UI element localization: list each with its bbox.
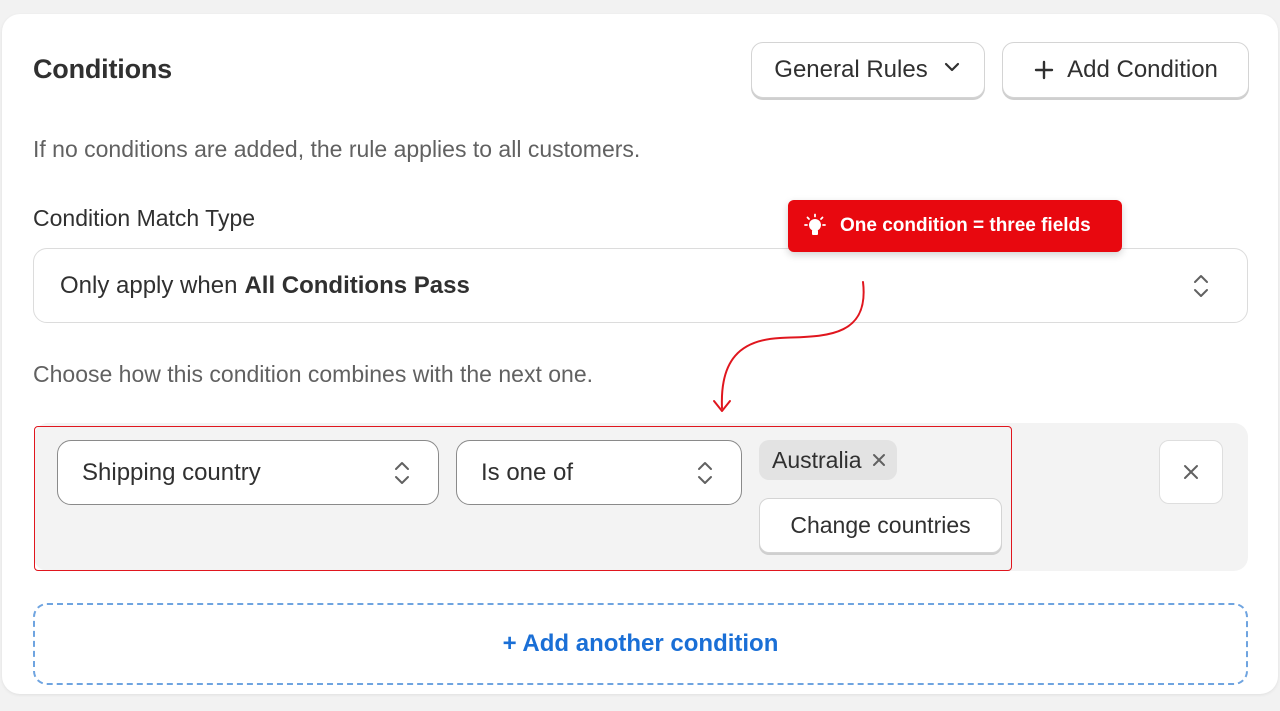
chevron-down-icon (942, 56, 962, 84)
up-down-chevron-icon (695, 458, 715, 488)
conditions-card (2, 14, 1278, 694)
condition-field-select[interactable]: Shipping country (57, 440, 439, 505)
add-another-condition-button[interactable]: + Add another condition (33, 603, 1248, 685)
general-rules-label: General Rules (774, 56, 928, 83)
combine-hint: Choose how this condition combines with … (33, 361, 593, 387)
annotation-callout: One condition = three fields (788, 200, 1122, 252)
callout-text: One condition = three fields (840, 215, 1091, 236)
match-type-prefix: Only apply when (60, 271, 238, 299)
condition-operator-select[interactable]: Is one of (456, 440, 742, 505)
match-type-value: All Conditions Pass (244, 271, 470, 299)
up-down-chevron-icon (392, 458, 412, 488)
add-condition-label: Add Condition (1067, 56, 1218, 83)
x-icon[interactable] (871, 452, 887, 468)
plus-icon (1033, 59, 1055, 81)
match-type-label: Condition Match Type (33, 205, 256, 231)
intro-note: If no conditions are added, the rule app… (33, 136, 641, 162)
condition-operator-value: Is one of (481, 458, 574, 486)
lightbulb-icon (802, 213, 828, 239)
up-down-chevron-icon (1191, 271, 1211, 301)
page-title: Conditions (33, 54, 172, 84)
general-rules-dropdown[interactable]: General Rules (751, 42, 985, 98)
change-countries-button[interactable]: Change countries (759, 498, 1002, 553)
match-type-select[interactable]: Only apply when All Conditions Pass (33, 248, 1248, 323)
annotation-arrow (713, 281, 865, 412)
close-icon (1181, 462, 1201, 482)
add-condition-button[interactable]: Add Condition (1002, 42, 1249, 98)
country-tag-label: Australia (772, 446, 862, 473)
remove-condition-button[interactable] (1159, 440, 1223, 504)
condition-field-value: Shipping country (82, 458, 261, 486)
country-tag: Australia (759, 440, 898, 480)
